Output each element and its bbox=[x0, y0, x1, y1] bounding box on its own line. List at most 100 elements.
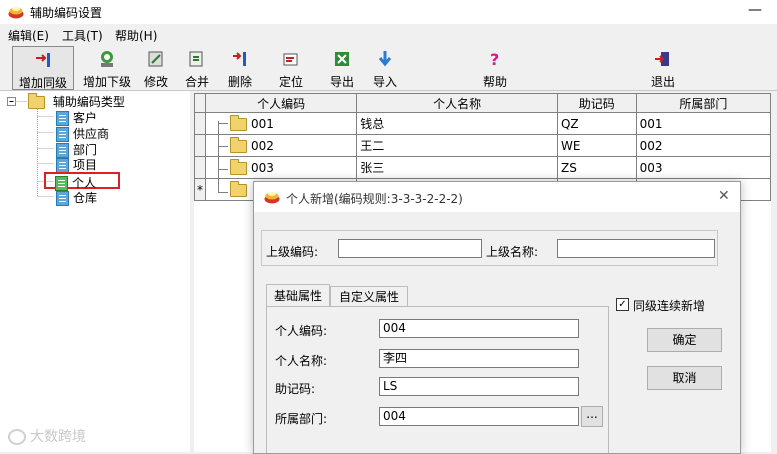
department-browse-button[interactable]: ... bbox=[581, 406, 603, 427]
watermark-text: 大数跨境 bbox=[30, 429, 86, 445]
tree-item-supplier[interactable]: 供应商 bbox=[56, 125, 109, 142]
table-row[interactable]: 003 张三 ZS 003 bbox=[194, 156, 772, 179]
add-sibling-button[interactable]: 增加同级 bbox=[12, 46, 74, 90]
delete-label: 删除 bbox=[227, 75, 252, 89]
cell-department: 001 bbox=[635, 112, 772, 135]
ok-button[interactable]: 确定 bbox=[647, 328, 722, 352]
cell-name: 张三 bbox=[356, 156, 558, 179]
folder-icon bbox=[229, 158, 247, 175]
document-icon bbox=[56, 191, 69, 206]
add-child-button[interactable]: 增加下级 bbox=[78, 46, 136, 89]
department-input[interactable]: 004 bbox=[379, 407, 579, 426]
cell-department: 003 bbox=[635, 156, 772, 179]
locate-button[interactable]: 定位 bbox=[275, 46, 307, 89]
column-header-name[interactable]: 个人名称 bbox=[356, 93, 558, 113]
watermark: 大数跨境 bbox=[8, 426, 86, 446]
exit-icon bbox=[655, 52, 669, 66]
tree-item-label: 客户 bbox=[73, 111, 98, 125]
person-code-input[interactable]: 004 bbox=[379, 319, 579, 338]
exit-label: 退出 bbox=[650, 75, 675, 89]
parent-name-label: 上级名称: bbox=[486, 245, 539, 259]
cell-code: 001 bbox=[204, 112, 358, 135]
menu-help[interactable]: 帮助(H) bbox=[115, 27, 157, 44]
table-row[interactable]: 001 钱总 QZ 001 bbox=[194, 112, 772, 135]
watermark-icon bbox=[8, 429, 26, 445]
folder-icon bbox=[28, 93, 45, 109]
document-icon bbox=[56, 127, 69, 142]
row-selector-header bbox=[194, 93, 206, 113]
tree-item-label: 项目 bbox=[73, 158, 98, 172]
tab-custom-attributes[interactable]: 自定义属性 bbox=[330, 286, 408, 307]
code-type-tree[interactable]: 辅助编码类型 客户 供应商 部门 项目 个人 仓库 bbox=[0, 91, 191, 452]
cell-code-text: 001 bbox=[250, 116, 274, 131]
modify-button[interactable]: 修改 bbox=[140, 46, 172, 89]
dialog-title-bar: 个人新增(编码规则:3-3-3-2-2-2) ✕ bbox=[254, 182, 740, 212]
app-logo-icon bbox=[264, 192, 280, 204]
menu-edit[interactable]: 编辑(E) bbox=[8, 27, 49, 44]
continuous-add-checkbox[interactable]: ✓ bbox=[616, 298, 629, 311]
folder-icon bbox=[229, 114, 247, 131]
import-label: 导入 bbox=[372, 75, 397, 89]
cell-mnemonic: QZ bbox=[556, 112, 637, 135]
tree-root-label: 辅助编码类型 bbox=[52, 95, 125, 109]
tree-item-person-selected[interactable]: 个人 bbox=[44, 172, 120, 191]
person-code-label: 个人编码: bbox=[275, 324, 328, 338]
folder-icon bbox=[229, 180, 247, 197]
minimize-button[interactable]: — bbox=[748, 2, 762, 18]
mnemonic-input[interactable]: LS bbox=[379, 377, 579, 396]
svg-text:?: ? bbox=[490, 50, 499, 69]
merge-button[interactable]: 合并 bbox=[182, 46, 212, 89]
tree-item-label: 部门 bbox=[73, 143, 98, 157]
merge-label: 合并 bbox=[184, 75, 209, 89]
tree-root[interactable]: 辅助编码类型 bbox=[28, 93, 125, 110]
menu-bar: 编辑(E) 工具(T) 帮助(H) bbox=[0, 24, 777, 44]
add-sibling-icon bbox=[36, 53, 50, 67]
cell-code-text: 002 bbox=[250, 138, 274, 153]
column-header-code[interactable]: 个人编码 bbox=[204, 93, 358, 113]
document-icon bbox=[56, 111, 69, 126]
window-title: 辅助编码设置 bbox=[30, 6, 103, 20]
column-header-mnemonic[interactable]: 助记码 bbox=[556, 93, 637, 113]
cell-name: 王二 bbox=[356, 134, 558, 157]
cell-mnemonic: WE bbox=[556, 134, 637, 157]
add-sibling-label: 增加同级 bbox=[18, 76, 67, 90]
modify-label: 修改 bbox=[143, 75, 168, 89]
tab-basic-attributes[interactable]: 基础属性 bbox=[266, 284, 330, 307]
cell-department: 002 bbox=[635, 134, 772, 157]
locate-label: 定位 bbox=[278, 75, 303, 89]
close-icon[interactable]: ✕ bbox=[718, 188, 730, 204]
help-button[interactable]: ? 帮助 bbox=[479, 46, 511, 89]
tree-item-label: 仓库 bbox=[73, 191, 98, 205]
add-child-icon bbox=[101, 51, 113, 67]
column-header-department[interactable]: 所属部门 bbox=[635, 93, 772, 113]
person-name-input[interactable]: 李四 bbox=[379, 349, 579, 368]
parent-code-label: 上级编码: bbox=[266, 245, 319, 259]
row-selector[interactable] bbox=[194, 134, 206, 157]
tree-item-customer[interactable]: 客户 bbox=[56, 109, 97, 126]
add-person-dialog: 个人新增(编码规则:3-3-3-2-2-2) ✕ 上级编码: 上级名称: 基础属… bbox=[253, 181, 741, 454]
help-label: 帮助 bbox=[482, 75, 507, 89]
tree-item-project[interactable]: 项目 bbox=[56, 156, 97, 173]
exit-button[interactable]: 退出 bbox=[647, 46, 679, 89]
delete-button[interactable]: 删除 bbox=[224, 46, 256, 89]
tree-item-label: 供应商 bbox=[73, 127, 110, 141]
tree-item-label: 个人 bbox=[72, 176, 97, 190]
export-button[interactable]: 导出 bbox=[326, 46, 358, 89]
table-row[interactable]: 002 王二 WE 002 bbox=[194, 134, 772, 157]
cancel-button[interactable]: 取消 bbox=[647, 366, 722, 390]
row-selector[interactable] bbox=[194, 112, 206, 135]
parent-name-input[interactable] bbox=[557, 239, 715, 258]
parent-code-input[interactable] bbox=[338, 239, 482, 258]
merge-icon bbox=[189, 51, 203, 67]
tree-item-warehouse[interactable]: 仓库 bbox=[56, 189, 97, 206]
mnemonic-label: 助记码: bbox=[275, 382, 316, 396]
import-button[interactable]: 导入 bbox=[369, 46, 401, 89]
menu-tools[interactable]: 工具(T) bbox=[62, 27, 103, 44]
row-selector[interactable] bbox=[194, 156, 206, 179]
help-icon: ? bbox=[490, 50, 499, 69]
add-child-label: 增加下级 bbox=[82, 75, 131, 89]
locate-icon bbox=[283, 53, 298, 66]
new-row-marker: * bbox=[194, 178, 206, 201]
cell-mnemonic: ZS bbox=[556, 156, 637, 179]
department-label: 所属部门: bbox=[275, 412, 328, 426]
